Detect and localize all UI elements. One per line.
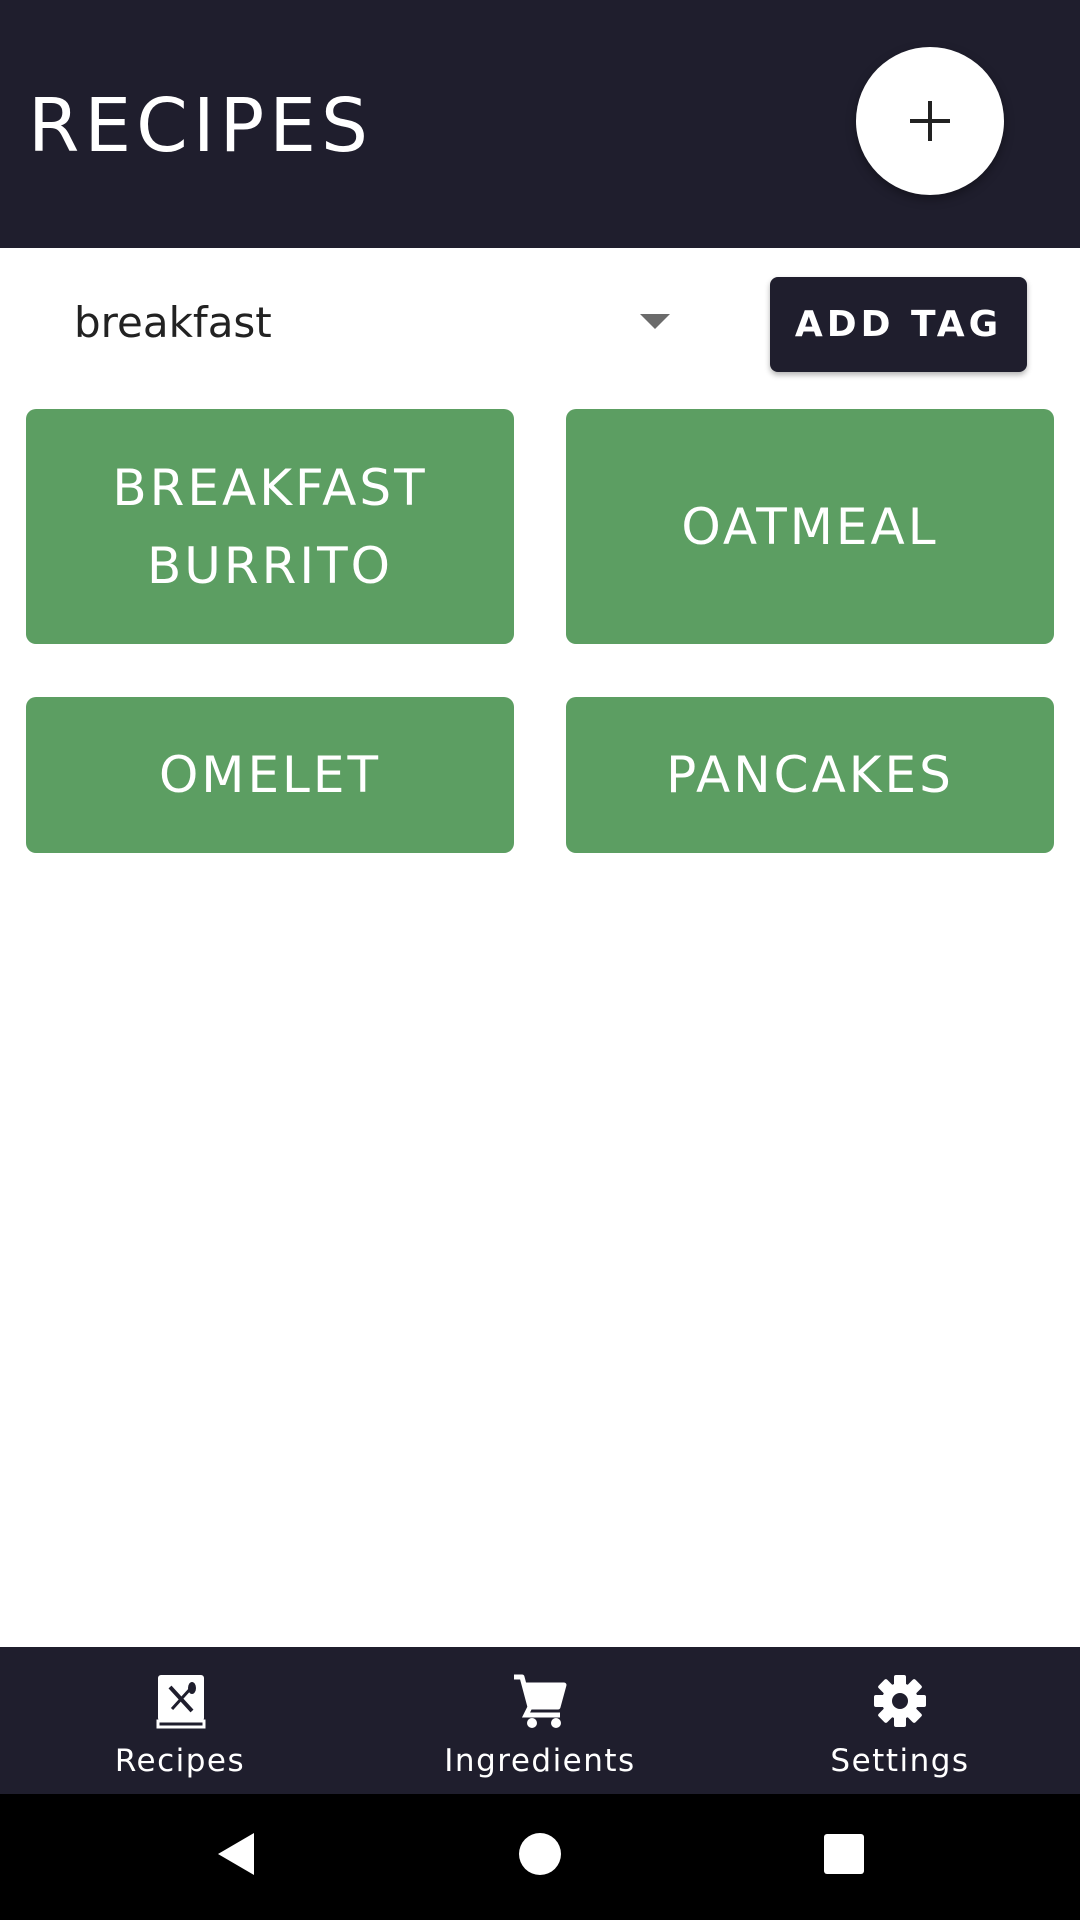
screen: RECIPES breakfast ADD TAG BREAKFAST BURR… [0, 0, 1080, 1920]
tag-dropdown[interactable]: breakfast [74, 290, 674, 354]
nav-label-recipes: Recipes [114, 1743, 246, 1779]
nav-label-settings: Settings [830, 1743, 970, 1779]
recipe-card-breakfast-burrito[interactable]: BREAKFAST BURRITO [26, 409, 514, 644]
system-navigation-bar [0, 1794, 1080, 1920]
app-bar: RECIPES [0, 0, 1080, 248]
recipe-book-icon [156, 1675, 206, 1729]
back-icon[interactable] [216, 1831, 256, 1877]
shopping-cart-icon [514, 1674, 567, 1728]
nav-item-settings[interactable]: Settings [720, 1647, 1080, 1794]
nav-label-ingredients: Ingredients [444, 1743, 636, 1779]
recipe-card-omelet[interactable]: OMELET [26, 697, 514, 853]
plus-icon [910, 101, 950, 141]
recents-icon[interactable] [824, 1834, 864, 1874]
page-title: RECIPES [28, 83, 374, 169]
chevron-down-icon [640, 314, 670, 329]
nav-item-ingredients[interactable]: Ingredients [360, 1647, 720, 1794]
home-icon[interactable] [518, 1832, 562, 1876]
add-recipe-button[interactable] [856, 47, 1004, 195]
gear-icon [874, 1675, 926, 1727]
recipe-card-pancakes[interactable]: PANCAKES [566, 697, 1054, 853]
add-tag-button[interactable]: ADD TAG [770, 277, 1027, 372]
recipe-card-oatmeal[interactable]: OATMEAL [566, 409, 1054, 644]
nav-item-recipes[interactable]: Recipes [0, 1647, 360, 1794]
tag-dropdown-value: breakfast [74, 297, 272, 347]
bottom-navigation: Recipes Ingredients Settings [0, 1647, 1080, 1794]
